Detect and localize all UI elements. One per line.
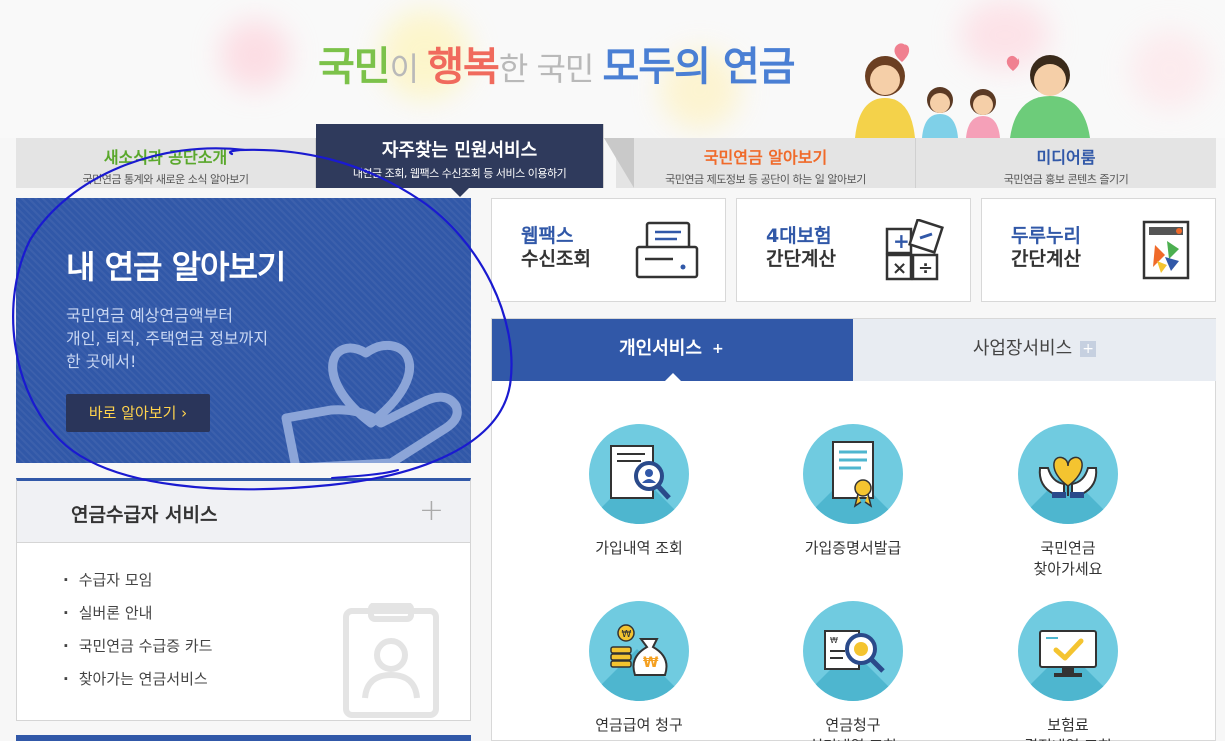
slogan-text: 국민	[318, 44, 391, 90]
tab-title: 미디어룸	[1036, 148, 1096, 167]
family-illustration	[855, 43, 1090, 138]
slogan: 국민이 행복한 국민 모두의 연금	[318, 34, 796, 92]
list-item[interactable]: 수급자 모임	[63, 569, 212, 602]
durunuri-icon	[1142, 220, 1190, 280]
svg-text:₩: ₩	[622, 629, 632, 640]
plus-icon: +	[1080, 341, 1097, 357]
service-icon-circle	[1018, 424, 1118, 524]
expand-plus-icon[interactable]: +	[419, 493, 444, 528]
tab-subtitle: 국민연금 홍보 콘텐츠 즐기기	[1003, 173, 1129, 186]
svg-text:₩: ₩	[643, 655, 659, 671]
list-item[interactable]: 찾아가는 연금서비스	[63, 668, 212, 701]
promo-desc-line: 국민연금 예상연금액부터	[66, 306, 234, 325]
service-premium-decision[interactable]: 보험료 결정내역 조회	[978, 601, 1158, 741]
my-pension-promo: 내 연금 알아보기 국민연금 예상연금액부터 개인, 퇴직, 주택연금 정보까지…	[16, 198, 471, 463]
tab-personal-service[interactable]: 개인서비스 +	[492, 319, 853, 381]
service-label: 국민연금 찾아가세요	[1033, 539, 1103, 578]
tab-title: 새소식과 공단소개	[103, 148, 228, 167]
calculator-icon: + × ÷	[885, 219, 944, 281]
promo-title: 내 연금 알아보기	[66, 248, 286, 286]
service-label: 연금청구 처리내역 조회	[809, 716, 897, 741]
recipient-service-list: 수급자 모임 실버론 안내 국민연금 수급증 카드 찾아가는 연금서비스	[63, 569, 213, 701]
service-enrollment-history[interactable]: 가입내역 조회	[549, 424, 729, 559]
header-banner: 국민이 행복한 국민 모두의 연금	[0, 0, 1225, 138]
svg-text:+: +	[893, 229, 910, 253]
quick-card-label: 간단계산	[1011, 248, 1081, 270]
tab-learn-pension[interactable]: 국민연금 알아보기 국민연금 제도정보 등 공단이 하는 일 알아보기	[616, 138, 916, 188]
next-section-edge	[16, 735, 471, 741]
quick-card-label: 수신조회	[521, 248, 591, 270]
tab-subtitle: 내연금 조회, 웹팩스 수신조회 등 서비스 이용하기	[352, 167, 567, 180]
tab-label: 사업장서비스	[972, 338, 1073, 359]
go-check-button[interactable]: 바로 알아보기 ›	[66, 394, 210, 432]
money-bag-icon: ₩ ₩	[610, 624, 668, 676]
service-label: 가입증명서발급	[804, 539, 902, 557]
list-item[interactable]: 국민연금 수급증 카드	[63, 635, 213, 668]
quick-card-durunuri[interactable]: 두루누리 간단계산	[981, 198, 1216, 302]
tab-label: 개인서비스	[619, 338, 702, 359]
service-label: 보험료 결정내역 조회	[1024, 716, 1112, 741]
service-certificate-issue[interactable]: 가입증명서발급	[763, 424, 943, 559]
recipient-service-box: 연금수급자 서비스 + 수급자 모임 실버론 안내 국민연금 수급증 카드 찾아…	[16, 478, 471, 721]
svg-text:×: ×	[892, 258, 907, 279]
receipt-search-icon: ₩	[824, 630, 885, 673]
plus-icon: +	[712, 341, 724, 357]
service-label: 가입내역 조회	[595, 539, 683, 557]
decor-blob	[1130, 30, 1210, 110]
slogan-text: 한 국민	[498, 50, 603, 88]
fax-icon	[635, 221, 699, 279]
tab-title: 국민연금 알아보기	[703, 148, 828, 167]
service-icon-circle	[1018, 601, 1118, 701]
service-icon-circle	[589, 424, 689, 524]
tab-fold-shadow	[604, 138, 634, 188]
id-card-icon	[343, 603, 439, 718]
svg-text:₩: ₩	[830, 636, 838, 645]
slogan-text: 행복	[427, 44, 500, 90]
svg-text:÷: ÷	[918, 258, 933, 279]
heart-hands-icon	[1038, 456, 1098, 498]
promo-desc-line: 개인, 퇴직, 주택연금 정보까지	[66, 329, 269, 348]
services-panel: 개인서비스 + 사업장서비스 + 가입내역 조회 가입증명서발급 국민연금 찾아…	[491, 318, 1216, 741]
slogan-text: 모두의 연금	[602, 44, 796, 90]
recipient-service-title: 연금수급자 서비스	[71, 504, 218, 526]
tab-title: 자주찾는 민원서비스	[381, 140, 538, 161]
tab-subtitle: 국민연금 제도정보 등 공단이 하는 일 알아보기	[665, 173, 866, 186]
quick-card-webfax[interactable]: 웹팩스 수신조회	[491, 198, 726, 302]
tab-business-service[interactable]: 사업장서비스 +	[853, 319, 1216, 381]
quick-card-label: 간단계산	[766, 248, 836, 270]
service-icon-circle: ₩	[803, 601, 903, 701]
tab-news[interactable]: 새소식과 공단소개 국민연금 통계와 새로운 소식 알아보기	[16, 138, 316, 188]
tab-frequent-services[interactable]: 자주찾는 민원서비스 내연금 조회, 웹팩스 수신조회 등 서비스 이용하기	[316, 124, 604, 197]
service-label: 연금급여 청구	[595, 716, 683, 734]
document-search-icon	[610, 445, 671, 500]
promo-description: 국민연금 예상연금액부터 개인, 퇴직, 주택연금 정보까지 한 곳에서!	[66, 304, 268, 373]
slogan-text: 이	[389, 50, 428, 88]
service-claim-status[interactable]: ₩ 연금청구 처리내역 조회	[763, 601, 943, 741]
monitor-check-icon	[1039, 630, 1097, 677]
quick-card-insurance-calc[interactable]: 4대보험 간단계산 + × ÷	[736, 198, 971, 302]
recipient-service-header[interactable]: 연금수급자 서비스 +	[17, 481, 470, 543]
promo-desc-line: 한 곳에서!	[66, 352, 137, 371]
service-icon-circle: ₩ ₩	[589, 601, 689, 701]
service-icon-circle	[803, 424, 903, 524]
main-nav: 새소식과 공단소개 국민연금 통계와 새로운 소식 알아보기 국민연금 알아보기…	[16, 124, 1216, 197]
heart-hand-icon	[281, 340, 462, 463]
certificate-icon	[832, 441, 874, 508]
tab-subtitle: 국민연금 통계와 새로운 소식 알아보기	[82, 173, 249, 186]
decor-blob	[220, 20, 290, 90]
list-item[interactable]: 실버론 안내	[63, 602, 212, 635]
service-visit-pension[interactable]: 국민연금 찾아가세요	[978, 424, 1158, 580]
tab-media-room[interactable]: 미디어룸 국민연금 홍보 콘텐츠 즐기기	[916, 138, 1216, 188]
service-benefit-claim[interactable]: ₩ ₩ 연금급여 청구	[549, 601, 729, 736]
